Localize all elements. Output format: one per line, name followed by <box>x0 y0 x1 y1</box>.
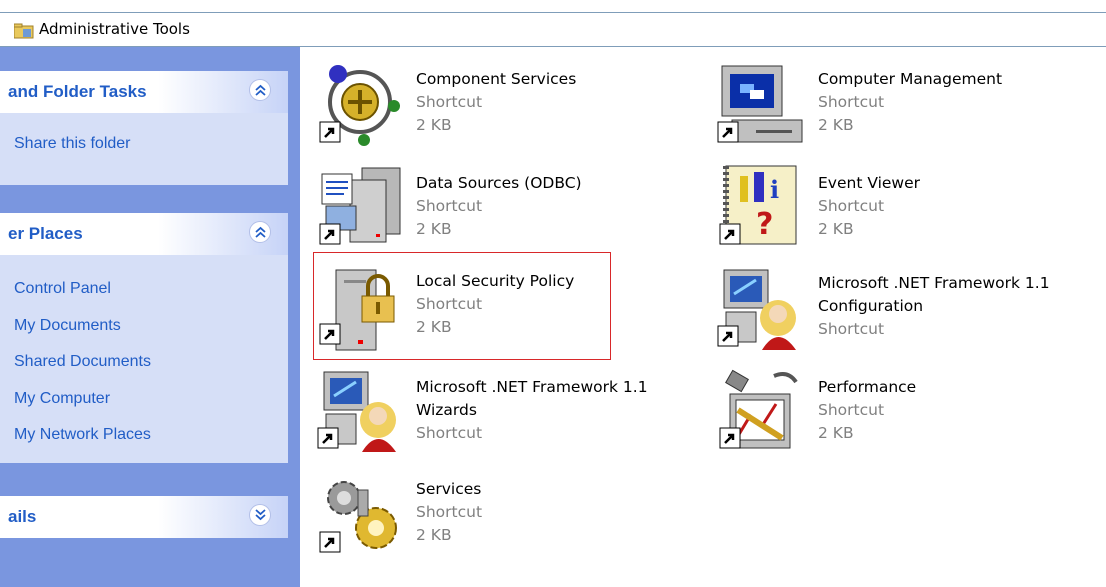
item-type: Shortcut <box>416 93 483 111</box>
item-services[interactable]: Services Shortcut 2 KB <box>314 470 644 560</box>
item-local-security-policy[interactable]: Local Security Policy Shortcut 2 KB <box>314 262 610 358</box>
item-size: 2 KB <box>818 116 854 134</box>
item-name: Services <box>416 480 482 498</box>
expand-chevron-icon[interactable] <box>249 504 271 526</box>
other-places-panel: er Places Control Panel My Documents Sha… <box>0 213 288 463</box>
item-name: Event Viewer <box>818 174 921 192</box>
folder-tasks-panel: and Folder Tasks Share this folder <box>0 71 288 185</box>
folder-tasks-title: and Folder Tasks <box>8 82 147 101</box>
item-name: Data Sources (ODBC) <box>416 174 582 192</box>
folder-tasks-header[interactable]: and Folder Tasks <box>0 71 288 113</box>
item-size: 2 KB <box>818 424 854 442</box>
collapse-chevron-icon[interactable] <box>249 221 271 243</box>
details-panel: ails <box>0 496 288 538</box>
item-type: Shortcut <box>818 93 885 111</box>
item-size: 2 KB <box>416 526 452 544</box>
item-type: Shortcut <box>416 295 483 313</box>
item-size: 2 KB <box>416 220 452 238</box>
svg-text:?: ? <box>756 207 773 242</box>
admin-tools-folder-icon <box>14 23 34 39</box>
my-network-places-link[interactable]: My Network Places <box>14 426 151 444</box>
data-sources-odbc-icon <box>318 167 401 246</box>
computer-management-icon <box>716 65 803 144</box>
item-size: 2 KB <box>416 116 452 134</box>
item-name: Computer Management <box>818 70 1003 88</box>
item-net-framework-wizards[interactable]: Microsoft .NET Framework 1.1 Wizards Sho… <box>314 366 699 458</box>
item-name-line2: Configuration <box>818 297 924 315</box>
item-name: Component Services <box>416 70 577 88</box>
local-security-policy-icon <box>318 269 395 351</box>
details-header[interactable]: ails <box>0 496 288 538</box>
my-computer-link[interactable]: My Computer <box>14 390 110 408</box>
item-name-line1: Microsoft .NET Framework 1.1 <box>416 378 648 396</box>
details-title: ails <box>8 507 37 526</box>
other-places-title: er Places <box>8 224 83 243</box>
item-data-sources-odbc[interactable]: Data Sources (ODBC) Shortcut 2 KB <box>314 162 644 252</box>
event-viewer-icon: i ? <box>718 165 797 246</box>
item-type: Shortcut <box>818 401 885 419</box>
my-documents-link[interactable]: My Documents <box>14 317 121 335</box>
item-performance[interactable]: Performance Shortcut 2 KB <box>716 366 1096 458</box>
item-type: Shortcut <box>416 197 483 215</box>
other-places-body: Control Panel My Documents Shared Docume… <box>0 255 288 463</box>
performance-icon <box>718 369 798 450</box>
net-framework-wizards-icon <box>316 371 396 452</box>
collapse-chevron-icon[interactable] <box>249 79 271 101</box>
item-name: Performance <box>818 378 917 396</box>
net-framework-config-icon <box>716 269 796 350</box>
share-this-folder-link[interactable]: Share this folder <box>14 135 131 153</box>
task-pane: and Folder Tasks Share this folder er Pl… <box>0 47 300 587</box>
item-computer-management[interactable]: Computer Management Shortcut 2 KB <box>716 60 1096 150</box>
control-panel-link[interactable]: Control Panel <box>14 280 111 298</box>
item-event-viewer[interactable]: i ? Event Viewer Shortcut 2 KB <box>716 162 1096 252</box>
other-places-header[interactable]: er Places <box>0 213 288 255</box>
item-name-line1: Microsoft .NET Framework 1.1 <box>818 274 1050 292</box>
shared-documents-link[interactable]: Shared Documents <box>14 353 151 371</box>
item-net-framework-configuration[interactable]: Microsoft .NET Framework 1.1 Configurati… <box>716 264 1101 356</box>
folder-tasks-body: Share this folder <box>0 113 288 185</box>
item-name: Local Security Policy <box>416 272 575 290</box>
item-type: Shortcut <box>818 197 885 215</box>
address-bar-title: Administrative Tools <box>39 20 190 38</box>
component-services-icon <box>318 65 400 146</box>
item-size: 2 KB <box>818 220 854 238</box>
item-type: Shortcut <box>416 424 483 442</box>
services-icon <box>318 481 397 554</box>
item-type: Shortcut <box>416 503 483 521</box>
address-bar[interactable]: Administrative Tools <box>0 12 1106 47</box>
item-component-services[interactable]: Component Services Shortcut 2 KB <box>314 60 644 150</box>
item-name-line2: Wizards <box>416 401 477 419</box>
item-size: 2 KB <box>416 318 452 336</box>
item-type: Shortcut <box>818 320 885 338</box>
svg-text:i: i <box>770 175 779 204</box>
